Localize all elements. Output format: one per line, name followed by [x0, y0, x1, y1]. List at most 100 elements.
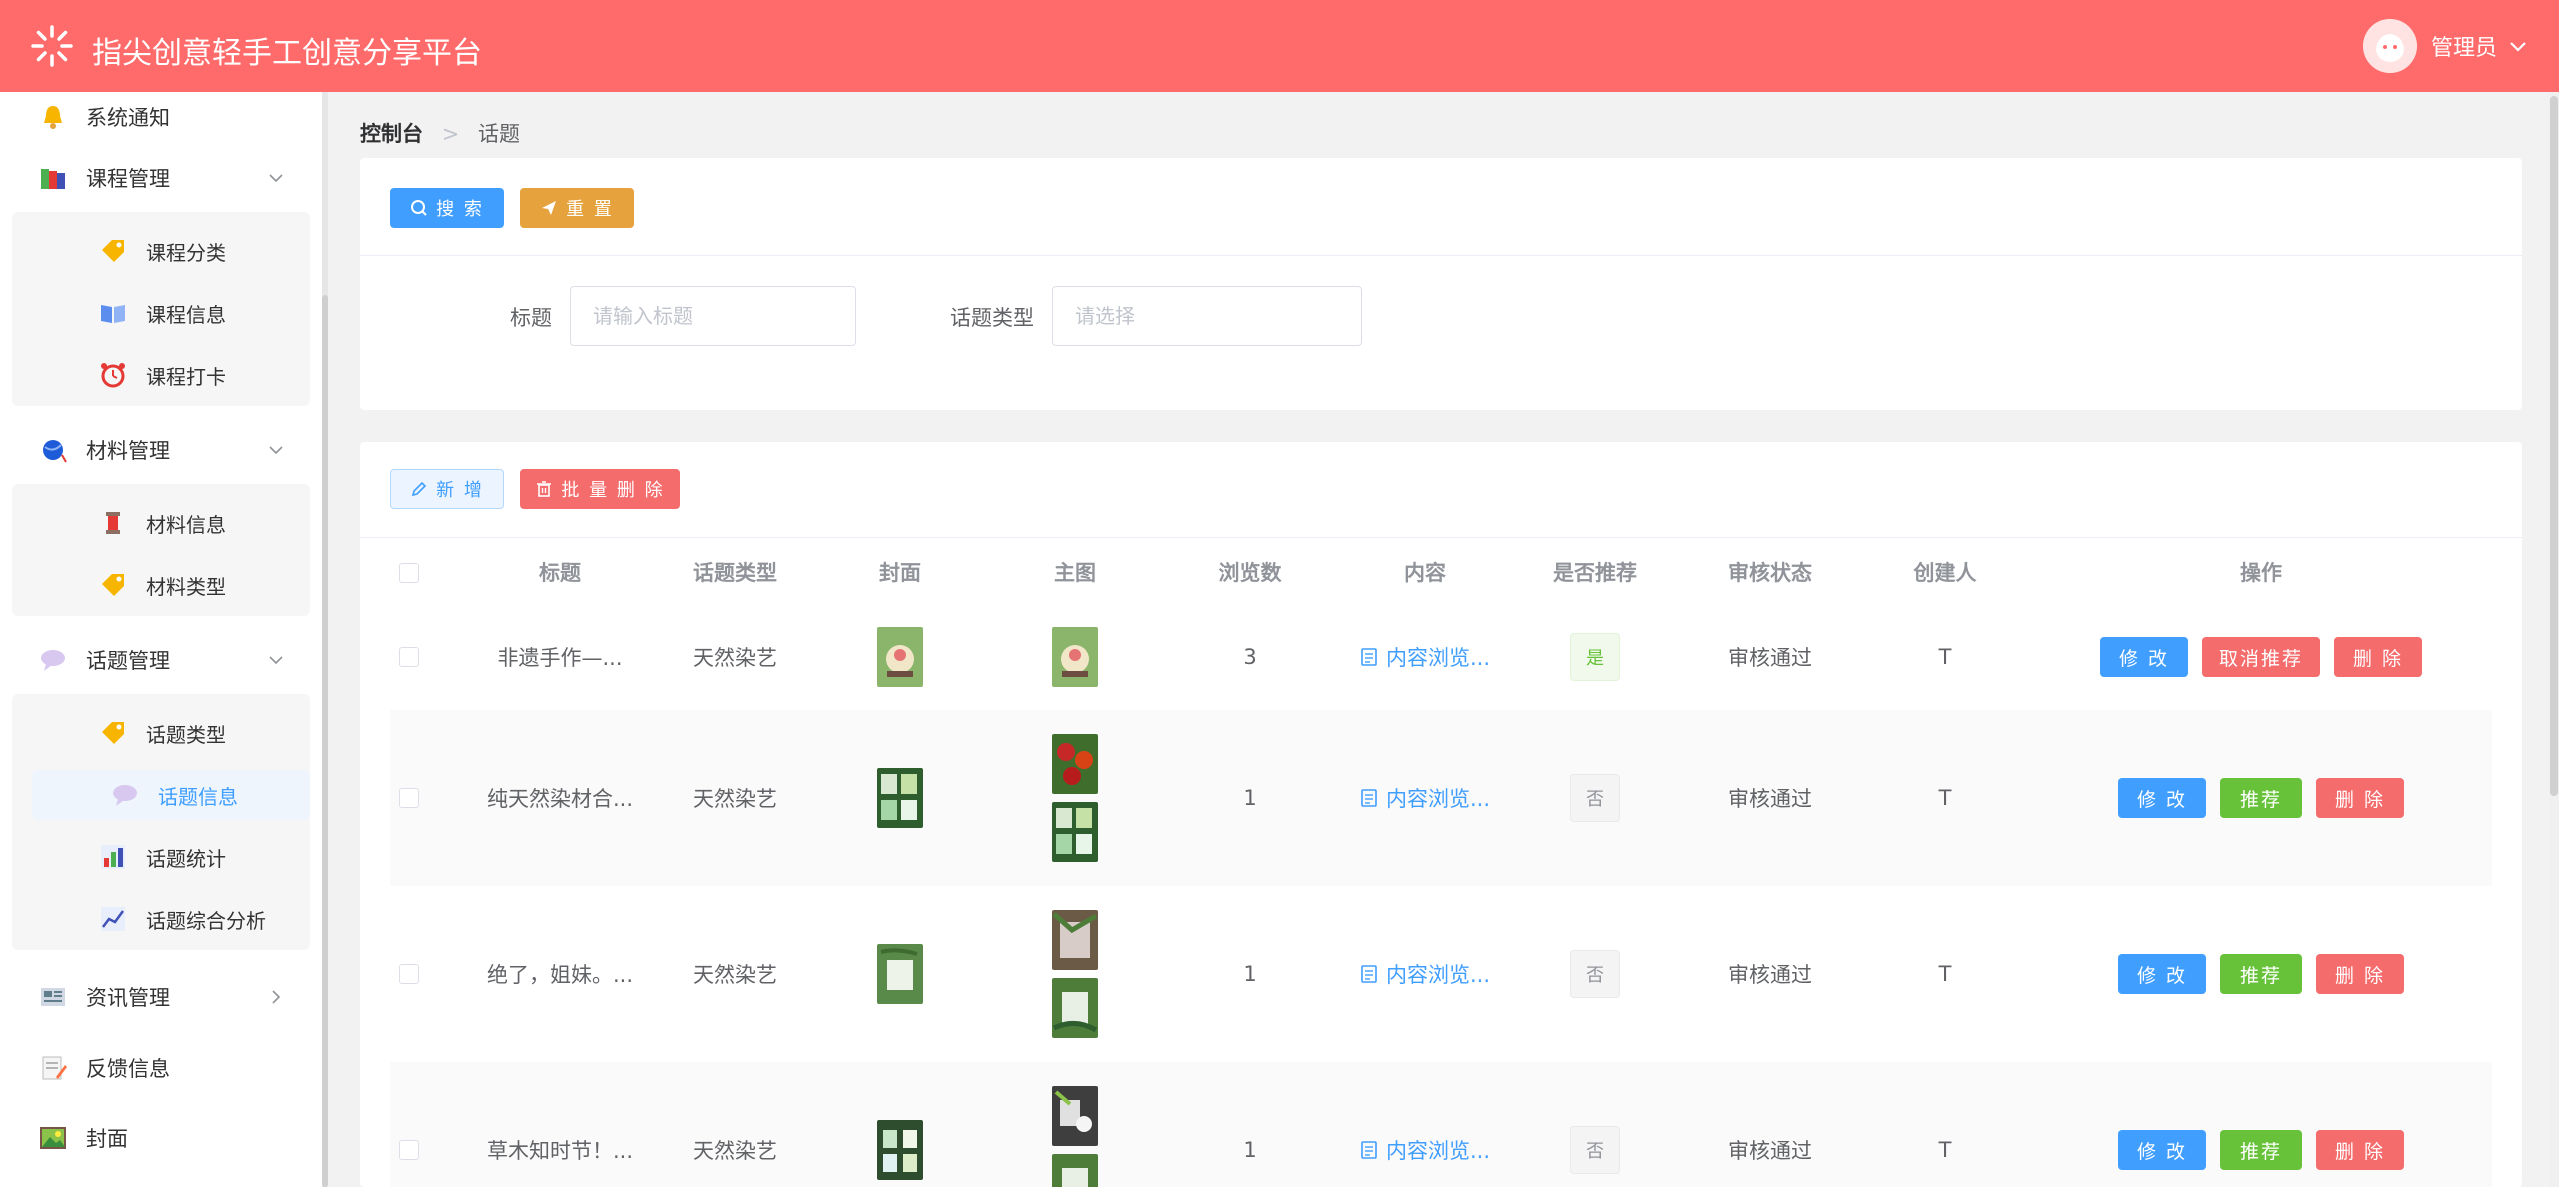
cover-image[interactable]	[877, 1120, 923, 1180]
content-preview-link[interactable]: 内容浏览...	[1360, 783, 1490, 813]
bell-icon	[44, 106, 62, 129]
submenu-course: 课程分类 课程信息 课程打卡	[12, 212, 310, 406]
content-preview-link[interactable]: 内容浏览...	[1360, 1135, 1490, 1165]
sidebar-item-cover[interactable]: 封面	[0, 1113, 322, 1163]
reset-button[interactable]: 重 置	[520, 188, 634, 228]
user-name: 管理员	[2430, 36, 2497, 61]
main-image-cell	[990, 604, 1160, 710]
main-image[interactable]	[1052, 627, 1098, 687]
row-status: 审核通过	[1728, 787, 1812, 811]
submenu-topic: 话题类型 话题信息 话题统计 话题综合分析	[12, 694, 310, 950]
page-scrollbar[interactable]	[2550, 96, 2558, 796]
recommend-tag: 否	[1570, 774, 1620, 822]
col-creator[interactable]: 创建人	[1860, 542, 2030, 604]
col-cover[interactable]: 封面	[810, 542, 990, 604]
row-type: 天然染艺	[693, 646, 777, 670]
delete-button[interactable]: 删 除	[2316, 778, 2404, 818]
row-checkbox[interactable]	[399, 1140, 419, 1160]
sidebar-item-topic-info[interactable]: 话题信息	[32, 770, 310, 820]
sidebar-item-course-checkin[interactable]: 课程打卡	[12, 350, 310, 400]
col-title[interactable]: 标题	[460, 542, 660, 604]
sidebar-scrollbar[interactable]	[322, 295, 328, 1187]
edit-button[interactable]: 修 改	[2118, 954, 2206, 994]
select-all-checkbox[interactable]	[399, 563, 419, 583]
sidebar-item-news-management[interactable]: 资讯管理	[0, 972, 322, 1022]
avatar-face-icon	[2362, 19, 2417, 73]
table-panel: 新 增 批 量 删 除 标题 话题类型 封面 主图 浏览数 内容 是否推荐 审核…	[360, 442, 2522, 1187]
row-title: 非遗手作—...	[497, 646, 623, 670]
cancel-recommend-button[interactable]: 取消推荐	[2202, 637, 2320, 677]
sidebar-item-notifications[interactable]: 系统通知	[0, 92, 322, 142]
user-menu[interactable]: 管理员	[2362, 16, 2529, 76]
sidebar-item-material-management[interactable]: 材料管理	[0, 425, 322, 475]
app-title: 指尖创意轻手工创意分享平台	[92, 36, 482, 71]
sidebar-item-course-management[interactable]: 课程管理	[0, 153, 322, 203]
delete-button[interactable]: 删 除	[2316, 1130, 2404, 1170]
sidebar-item-course-info[interactable]: 课程信息	[12, 288, 310, 338]
col-recommend[interactable]: 是否推荐	[1510, 542, 1680, 604]
col-type[interactable]: 话题类型	[660, 542, 810, 604]
content-preview-link[interactable]: 内容浏览...	[1360, 959, 1490, 989]
delete-button[interactable]: 删 除	[2316, 954, 2404, 994]
chevron-down-icon	[269, 174, 283, 183]
select-all-cell	[390, 542, 428, 604]
add-button[interactable]: 新 增	[390, 469, 504, 509]
title-input[interactable]	[570, 286, 856, 346]
main-image[interactable]	[1052, 1086, 1098, 1146]
row-checkbox[interactable]	[399, 964, 419, 984]
col-status[interactable]: 审核状态	[1680, 542, 1860, 604]
sidebar-item-topic-type[interactable]: 话题类型	[12, 708, 310, 758]
main-image[interactable]	[1052, 802, 1098, 862]
table-row: 草木知时节！... 天然染艺 1 内容浏览... 否 审核通过 T 修 改 推荐	[390, 1062, 2492, 1187]
row-creator: T	[1938, 786, 1952, 810]
col-content[interactable]: 内容	[1340, 542, 1510, 604]
sidebar-item-topic-management[interactable]: 话题管理	[0, 635, 322, 685]
cover-cell	[810, 604, 990, 710]
tag-icon	[102, 574, 124, 596]
alarm-clock-icon	[101, 363, 125, 388]
cover-image[interactable]	[877, 768, 923, 828]
document-icon	[1361, 789, 1377, 807]
col-main-image[interactable]: 主图	[990, 542, 1160, 604]
sidebar-item-material-info[interactable]: 材料信息	[12, 498, 310, 548]
sidebar-item-material-type[interactable]: 材料类型	[12, 560, 310, 610]
main-image[interactable]	[1052, 978, 1098, 1038]
open-book-icon	[101, 305, 125, 323]
tag-icon	[102, 722, 124, 744]
edit-button[interactable]: 修 改	[2100, 637, 2188, 677]
title-label: 标题	[510, 306, 552, 330]
sidebar-item-feedback[interactable]: 反馈信息	[0, 1043, 322, 1093]
row-title: 纯天然染材合...	[486, 787, 634, 811]
sidebar-item-topic-stats[interactable]: 话题统计	[12, 832, 310, 882]
search-button[interactable]: 搜 索	[390, 188, 504, 228]
recommend-button[interactable]: 推荐	[2220, 1130, 2302, 1170]
row-checkbox[interactable]	[399, 647, 419, 667]
recommend-button[interactable]: 推荐	[2220, 954, 2302, 994]
sidebar-item-course-category[interactable]: 课程分类	[12, 226, 310, 276]
row-checkbox[interactable]	[399, 788, 419, 808]
table-row: 非遗手作—... 天然染艺 3 内容浏览... 是 审核通过 T 修 改 取消推…	[390, 604, 2492, 711]
row-status: 审核通过	[1728, 963, 1812, 987]
main-image[interactable]	[1052, 734, 1098, 794]
breadcrumb-home[interactable]: 控制台	[360, 122, 423, 146]
yarn-ball-icon	[43, 440, 67, 463]
row-type: 天然染艺	[693, 787, 777, 811]
sidebar-item-topic-analysis[interactable]: 话题综合分析	[12, 894, 310, 944]
bar-chart-icon	[101, 845, 125, 869]
breadcrumb: 控制台 > 话题	[360, 118, 520, 148]
main-image[interactable]	[1052, 1154, 1098, 1187]
delete-button[interactable]: 删 除	[2334, 637, 2422, 677]
content-preview-link[interactable]: 内容浏览...	[1360, 642, 1490, 672]
recommend-button[interactable]: 推荐	[2220, 778, 2302, 818]
batch-delete-button[interactable]: 批 量 删 除	[520, 469, 680, 509]
cover-image[interactable]	[877, 627, 923, 687]
edit-button[interactable]: 修 改	[2118, 1130, 2206, 1170]
send-icon	[542, 201, 557, 215]
table-header: 标题 话题类型 封面 主图 浏览数 内容 是否推荐 审核状态 创建人 操作	[390, 542, 2492, 605]
row-title: 草木知时节！...	[486, 1139, 634, 1163]
main-image[interactable]	[1052, 910, 1098, 970]
edit-button[interactable]: 修 改	[2118, 778, 2206, 818]
col-views[interactable]: 浏览数	[1160, 542, 1340, 604]
topic-type-select[interactable]	[1052, 286, 1362, 346]
cover-image[interactable]	[877, 944, 923, 1004]
